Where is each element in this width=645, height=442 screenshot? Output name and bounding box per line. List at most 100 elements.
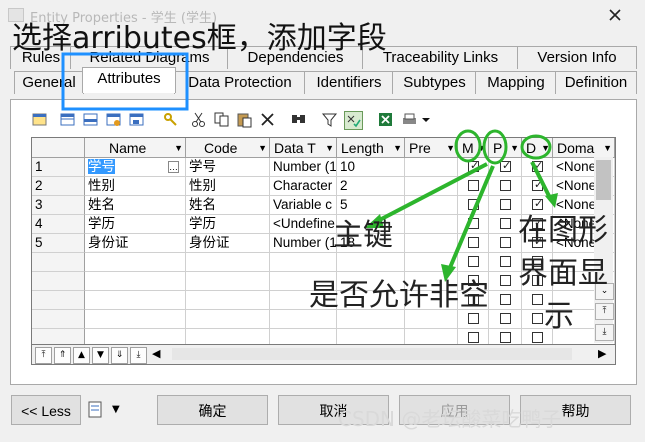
- cell-name[interactable]: 学历: [85, 215, 186, 234]
- scrollbar-thumb[interactable]: [596, 160, 611, 200]
- filter-icon[interactable]: [321, 111, 338, 128]
- header-primary[interactable]: P ▼: [489, 138, 522, 158]
- header-code[interactable]: Code ▼: [186, 138, 270, 158]
- find-icon[interactable]: [290, 111, 307, 128]
- move-up-icon[interactable]: ▲: [73, 347, 90, 364]
- scroll-left-icon[interactable]: ◀: [152, 347, 160, 360]
- checkbox[interactable]: [532, 294, 543, 305]
- checkbox[interactable]: [500, 218, 511, 229]
- more-options-dropdown-icon[interactable]: ▼: [112, 404, 120, 415]
- cell-name[interactable]: 性别: [85, 177, 186, 196]
- move-last-icon[interactable]: ⤓: [130, 347, 147, 364]
- chevron-down-icon[interactable]: ▼: [510, 138, 519, 157]
- checkbox[interactable]: [468, 218, 479, 229]
- checkbox[interactable]: [500, 180, 511, 191]
- excel-export-icon[interactable]: [377, 111, 394, 128]
- cell-datatype[interactable]: Number (1: [270, 234, 337, 253]
- move-bottom-icon[interactable]: ⤓: [595, 324, 614, 341]
- cell-code[interactable]: 性别: [186, 177, 270, 196]
- move-down-page-icon[interactable]: ⇓: [111, 347, 128, 364]
- checkbox[interactable]: ✓: [468, 160, 479, 172]
- key-icon[interactable]: [162, 111, 179, 128]
- checkbox[interactable]: [500, 237, 511, 248]
- copy-icon[interactable]: [213, 111, 230, 128]
- cell-name[interactable]: 身份证: [85, 234, 186, 253]
- cell-code[interactable]: [186, 310, 270, 329]
- cell-name[interactable]: [85, 291, 186, 310]
- checkbox[interactable]: [500, 332, 511, 343]
- cell-datatype[interactable]: [270, 329, 337, 344]
- checkbox[interactable]: [468, 332, 479, 343]
- header-name[interactable]: Name ▼: [85, 138, 186, 158]
- properties-icon[interactable]: [31, 111, 48, 128]
- cell-code[interactable]: [186, 272, 270, 291]
- cell-precision[interactable]: [405, 234, 458, 253]
- paste-icon[interactable]: [236, 111, 253, 128]
- row-number[interactable]: [32, 329, 85, 344]
- less-button[interactable]: << Less: [11, 395, 81, 425]
- checkbox[interactable]: [532, 313, 543, 324]
- cut-icon[interactable]: [190, 111, 207, 128]
- checkbox[interactable]: [468, 256, 479, 267]
- row-number[interactable]: [32, 253, 85, 272]
- tab-subtypes[interactable]: Subtypes: [392, 71, 477, 94]
- header-mandatory[interactable]: M ▼: [458, 138, 489, 158]
- chevron-down-icon[interactable]: ▼: [603, 138, 612, 157]
- cell-code[interactable]: [186, 329, 270, 344]
- print-dropdown-icon[interactable]: [421, 111, 431, 128]
- cell-datatype[interactable]: Character: [270, 177, 337, 196]
- cell-name[interactable]: 学号…: [85, 158, 186, 177]
- checkbox[interactable]: [500, 294, 511, 305]
- cell-precision[interactable]: [405, 196, 458, 215]
- checkbox[interactable]: ✓: [532, 160, 543, 172]
- cell-code[interactable]: 学历: [186, 215, 270, 234]
- tab-identifiers[interactable]: Identifiers: [304, 71, 394, 94]
- chevron-down-icon[interactable]: ▼: [393, 138, 402, 157]
- tab-version-info[interactable]: Version Info: [517, 46, 637, 69]
- checkbox[interactable]: [468, 313, 479, 324]
- tab-definition[interactable]: Definition: [555, 71, 637, 94]
- checkbox[interactable]: [500, 313, 511, 324]
- cell-length[interactable]: 2: [337, 177, 405, 196]
- tab-attributes[interactable]: Attributes: [82, 67, 176, 93]
- add-attributes-icon[interactable]: [105, 111, 122, 128]
- cell-precision[interactable]: [405, 215, 458, 234]
- move-top-icon[interactable]: ⤒: [595, 303, 614, 320]
- header-length[interactable]: Length ▼: [337, 138, 405, 158]
- tab-data-protection[interactable]: Data Protection: [174, 71, 306, 94]
- tab-general[interactable]: General: [14, 71, 84, 94]
- checkbox[interactable]: ✓: [500, 160, 511, 172]
- row-number[interactable]: [32, 291, 85, 310]
- chevron-down-icon[interactable]: ▼: [541, 138, 550, 157]
- cell-length[interactable]: [337, 329, 405, 344]
- cell-datatype[interactable]: Number (1: [270, 158, 337, 177]
- cell-precision[interactable]: [405, 177, 458, 196]
- header-datatype[interactable]: Data T ▼: [270, 138, 337, 158]
- customize-columns-icon[interactable]: [344, 111, 363, 130]
- row-number[interactable]: [32, 310, 85, 329]
- chevron-down-icon[interactable]: ▼: [446, 138, 455, 157]
- header-domain[interactable]: Doma ▼: [553, 138, 615, 158]
- delete-icon[interactable]: [259, 111, 276, 128]
- move-up-page-icon[interactable]: ⇑: [54, 347, 71, 364]
- row-number[interactable]: 2: [32, 177, 85, 196]
- cell-code[interactable]: 学号: [186, 158, 270, 177]
- cell-name[interactable]: [85, 272, 186, 291]
- close-icon[interactable]: [606, 6, 624, 24]
- row-number[interactable]: 4: [32, 215, 85, 234]
- horizontal-scrollbar[interactable]: [172, 348, 572, 360]
- cell-name[interactable]: [85, 253, 186, 272]
- print-icon[interactable]: [401, 111, 418, 128]
- insert-row-icon[interactable]: [82, 111, 99, 128]
- header-displayed[interactable]: D ▼: [522, 138, 553, 158]
- cell-code[interactable]: [186, 291, 270, 310]
- checkbox[interactable]: [500, 275, 511, 286]
- cell-code[interactable]: 身份证: [186, 234, 270, 253]
- cell-length[interactable]: 10: [337, 158, 405, 177]
- row-number[interactable]: 5: [32, 234, 85, 253]
- checkbox[interactable]: [500, 256, 511, 267]
- cell-code[interactable]: 姓名: [186, 196, 270, 215]
- row-number[interactable]: 3: [32, 196, 85, 215]
- row-number[interactable]: 1: [32, 158, 85, 177]
- row-number[interactable]: [32, 272, 85, 291]
